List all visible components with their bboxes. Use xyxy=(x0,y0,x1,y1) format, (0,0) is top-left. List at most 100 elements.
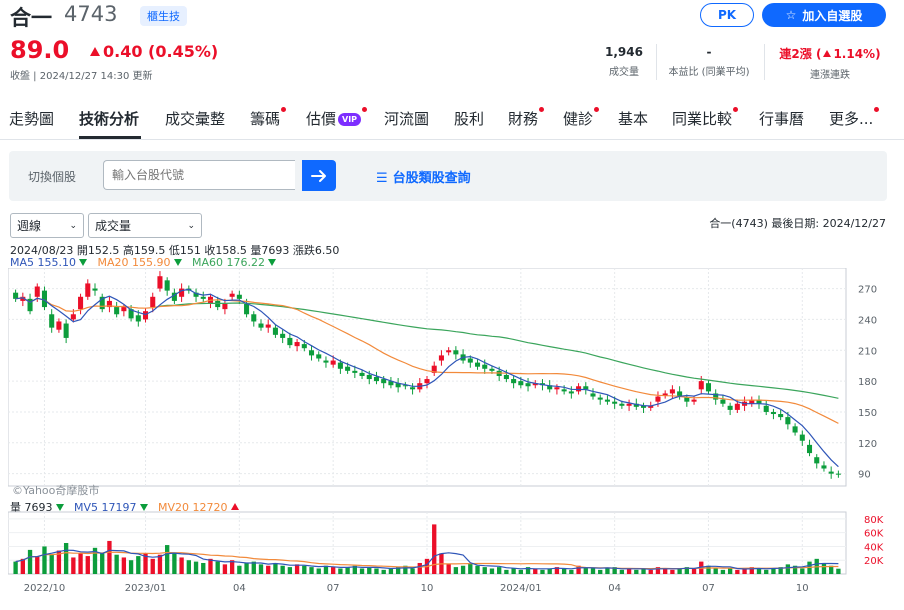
candle-body xyxy=(778,414,784,418)
tab-river[interactable]: 河流圖 xyxy=(384,108,429,129)
volume-bar xyxy=(785,564,791,574)
candle-body xyxy=(785,417,791,425)
stat-divider xyxy=(656,44,657,80)
volume-tick-label: 80K xyxy=(864,515,884,526)
volume-bar xyxy=(691,568,697,574)
candle-body xyxy=(727,405,733,410)
industry-tag[interactable]: 櫃生技 xyxy=(140,6,187,26)
watermark: ©Yahoo奇摩股市 xyxy=(12,483,99,497)
candle-body xyxy=(92,288,98,291)
volume-bar xyxy=(42,546,47,574)
volume-bar xyxy=(237,565,242,574)
candle-body xyxy=(135,315,141,322)
stock-search-input[interactable] xyxy=(103,160,295,190)
candlestick-chart[interactable]: 90 120 150 180 210 240 270 2022/10 2023/01 04 07 1… xyxy=(8,268,896,608)
stat-streak: 連2漲 (1.14%) 連漲連跌 xyxy=(768,45,892,81)
candle-body xyxy=(244,303,250,315)
tab-more[interactable]: 更多... xyxy=(829,107,880,129)
volume-tick-label: 40K xyxy=(864,542,884,553)
candle-body xyxy=(359,372,365,376)
tab-basic[interactable]: 基本 xyxy=(618,108,648,129)
volume-bar xyxy=(186,560,191,574)
stock-code: 4743 xyxy=(64,2,118,26)
candle-body xyxy=(734,403,740,410)
volume-bar xyxy=(71,557,76,574)
candle-body xyxy=(568,391,574,394)
candle-body xyxy=(561,389,567,392)
volume-bar xyxy=(172,553,177,574)
candle-body xyxy=(56,321,62,330)
up-triangle-icon xyxy=(823,50,832,57)
volume-bar xyxy=(121,557,127,574)
candle-body xyxy=(446,350,452,353)
candle-body xyxy=(554,387,560,390)
volume-bar xyxy=(244,562,249,574)
candle-body xyxy=(258,323,264,328)
indicator-select-value: 成交量 xyxy=(95,219,132,233)
tab-peer[interactable]: 同業比較 xyxy=(672,107,739,129)
tab-calendar[interactable]: 行事曆 xyxy=(759,108,804,129)
volume-bar xyxy=(446,564,451,574)
volume-bar xyxy=(208,558,213,574)
candle-body xyxy=(770,411,776,415)
stat-pe: - 本益比 (同業平均) xyxy=(660,45,758,78)
period-select-value: 週線 xyxy=(17,219,42,233)
search-submit-button[interactable] xyxy=(302,160,336,191)
volume-bar xyxy=(590,568,596,574)
candle-body xyxy=(280,333,286,338)
volume-bar xyxy=(713,568,718,574)
candle-body xyxy=(828,471,834,474)
volume-bar xyxy=(27,549,33,574)
volume-bar xyxy=(201,562,206,574)
volume-bar xyxy=(605,568,610,574)
last-price: 89.0 xyxy=(10,36,70,64)
volume-bar xyxy=(63,543,69,574)
stat-volume-value: 1,946 xyxy=(605,45,643,59)
candle-body xyxy=(691,399,697,402)
tab-health[interactable]: 健診 xyxy=(563,107,600,129)
candle-body xyxy=(612,401,618,404)
volume-bar xyxy=(280,565,285,574)
tab-trades[interactable]: 成交彙整 xyxy=(165,108,225,129)
volume-bar xyxy=(128,560,134,574)
x-tick-label: 10 xyxy=(421,583,434,594)
candle-body xyxy=(150,296,156,308)
volume-bar xyxy=(475,565,480,574)
candle-body xyxy=(157,276,163,289)
x-tick-label: 07 xyxy=(327,583,340,594)
tab-trend[interactable]: 走勢圖 xyxy=(9,108,54,129)
candle-body xyxy=(453,350,459,355)
volume-bar xyxy=(150,558,155,574)
period-select[interactable]: 週線 ⌄ xyxy=(10,213,84,238)
volume-tick-label: 20K xyxy=(864,556,884,567)
add-watchlist-button[interactable]: ☆ 加入自選股 xyxy=(762,3,886,27)
candle-body xyxy=(410,387,416,390)
indicator-select[interactable]: 成交量 ⌄ xyxy=(88,213,202,238)
volume-bar xyxy=(720,569,726,574)
stat-pe-label: 本益比 (同業平均) xyxy=(668,67,750,78)
volume-bar xyxy=(49,554,54,574)
candle-body xyxy=(467,358,473,363)
up-triangle-icon xyxy=(90,47,100,56)
volume-bar xyxy=(222,564,228,574)
candle-body xyxy=(590,393,596,397)
volume-bar xyxy=(764,569,769,574)
tab-technical[interactable]: 技術分析 xyxy=(79,108,139,129)
volume-bar xyxy=(735,569,740,574)
pk-button[interactable]: PK xyxy=(700,3,754,27)
candle-body xyxy=(438,355,444,361)
tab-financial[interactable]: 財務 xyxy=(508,107,545,129)
candle-body xyxy=(316,354,322,359)
volume-bar xyxy=(489,568,495,574)
tab-chips[interactable]: 籌碼 xyxy=(250,107,287,129)
volume-bar xyxy=(100,553,105,574)
volume-bar xyxy=(359,568,365,574)
x-tick-label: 2024/01 xyxy=(500,583,542,594)
sector-query-link[interactable]: ☰ 台股類股查詢 xyxy=(376,167,471,186)
volume-bar xyxy=(165,545,170,574)
volume-bar xyxy=(85,556,90,574)
volume-bar xyxy=(511,568,516,574)
tab-valuation[interactable]: 估價 VIP xyxy=(306,107,368,129)
candle-body xyxy=(308,350,315,356)
tab-dividend[interactable]: 股利 xyxy=(454,108,484,129)
